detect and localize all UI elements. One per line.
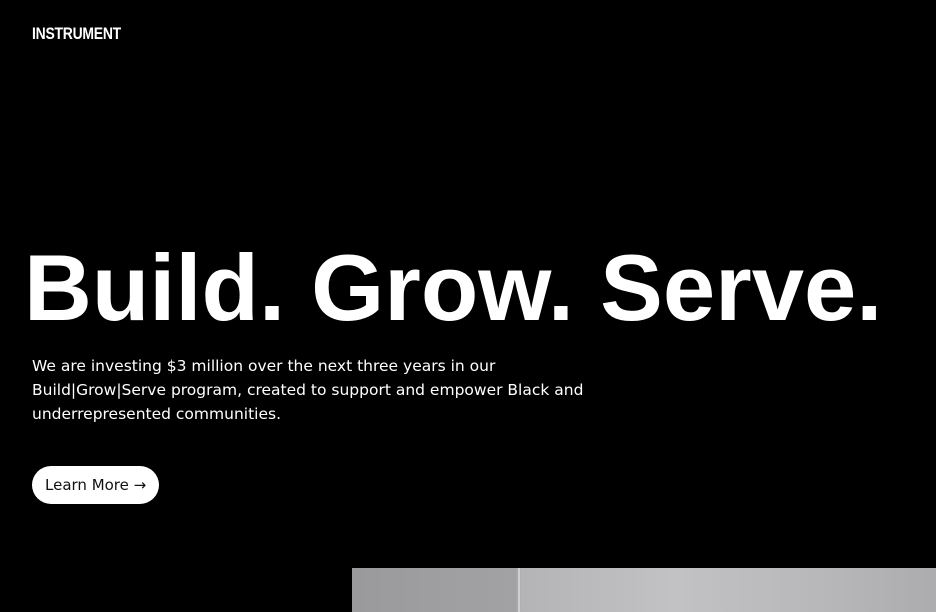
hero-description: We are investing $3 million over the nex…	[32, 357, 584, 423]
learn-more-button[interactable]: Learn More →	[32, 466, 160, 504]
hero-image	[352, 568, 936, 612]
hero-title: Build. Grow. Serve.	[24, 235, 883, 340]
logo-link[interactable]: INSTRUMENT	[32, 24, 121, 44]
page: INSTRUMENT Build. Grow. Serve. We are in…	[0, 0, 936, 612]
image-fold-line	[518, 568, 520, 612]
